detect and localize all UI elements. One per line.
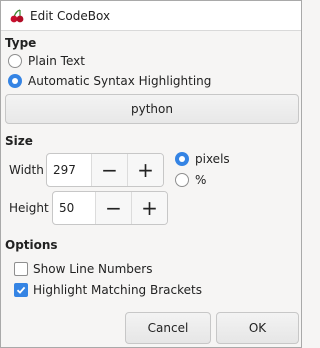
pixels-label: pixels [195, 152, 230, 166]
width-label: Width [9, 163, 44, 177]
width-decrement-button[interactable]: − [91, 154, 127, 186]
percent-label: % [195, 173, 207, 187]
cherry-icon [10, 8, 24, 23]
plain-text-radio[interactable]: Plain Text [8, 54, 85, 68]
type-section-label: Type [5, 36, 37, 50]
width-increment-button[interactable]: + [127, 154, 163, 186]
percent-radio[interactable]: % [175, 173, 206, 187]
language-select-button[interactable]: python [5, 94, 299, 124]
syntax-highlighting-radio[interactable]: Automatic Syntax Highlighting [8, 74, 211, 88]
show-line-numbers-label: Show Line Numbers [33, 262, 153, 276]
height-increment-button[interactable]: + [131, 192, 167, 224]
pixels-radio[interactable]: pixels [175, 152, 230, 166]
highlight-brackets-checkbox[interactable]: Highlight Matching Brackets [14, 283, 202, 297]
cancel-button[interactable]: Cancel [125, 312, 211, 344]
syntax-highlighting-label: Automatic Syntax Highlighting [28, 74, 212, 88]
radio-indicator-checked[interactable] [175, 152, 189, 166]
plain-text-label: Plain Text [28, 54, 85, 68]
height-label: Height [9, 201, 49, 215]
height-decrement-button[interactable]: − [95, 192, 131, 224]
options-section-label: Options [5, 238, 58, 252]
width-input[interactable]: 297 [47, 154, 91, 186]
radio-indicator-checked[interactable] [8, 74, 22, 88]
checkbox-box[interactable] [14, 262, 28, 276]
height-input[interactable]: 50 [53, 192, 95, 224]
ok-button[interactable]: OK [216, 312, 299, 344]
edit-codebox-dialog: Edit CodeBox Type Plain Text Automatic S… [0, 0, 302, 348]
title-bar: Edit CodeBox [1, 1, 301, 31]
size-section-label: Size [5, 134, 33, 148]
checkmark-icon[interactable] [14, 283, 28, 297]
radio-indicator[interactable] [8, 54, 22, 68]
window-title: Edit CodeBox [30, 8, 111, 23]
highlight-brackets-label: Highlight Matching Brackets [33, 283, 202, 297]
show-line-numbers-checkbox[interactable]: Show Line Numbers [14, 262, 152, 276]
height-spinbutton[interactable]: 50 − + [52, 191, 168, 225]
width-spinbutton[interactable]: 297 − + [46, 153, 164, 187]
radio-indicator[interactable] [175, 173, 189, 187]
